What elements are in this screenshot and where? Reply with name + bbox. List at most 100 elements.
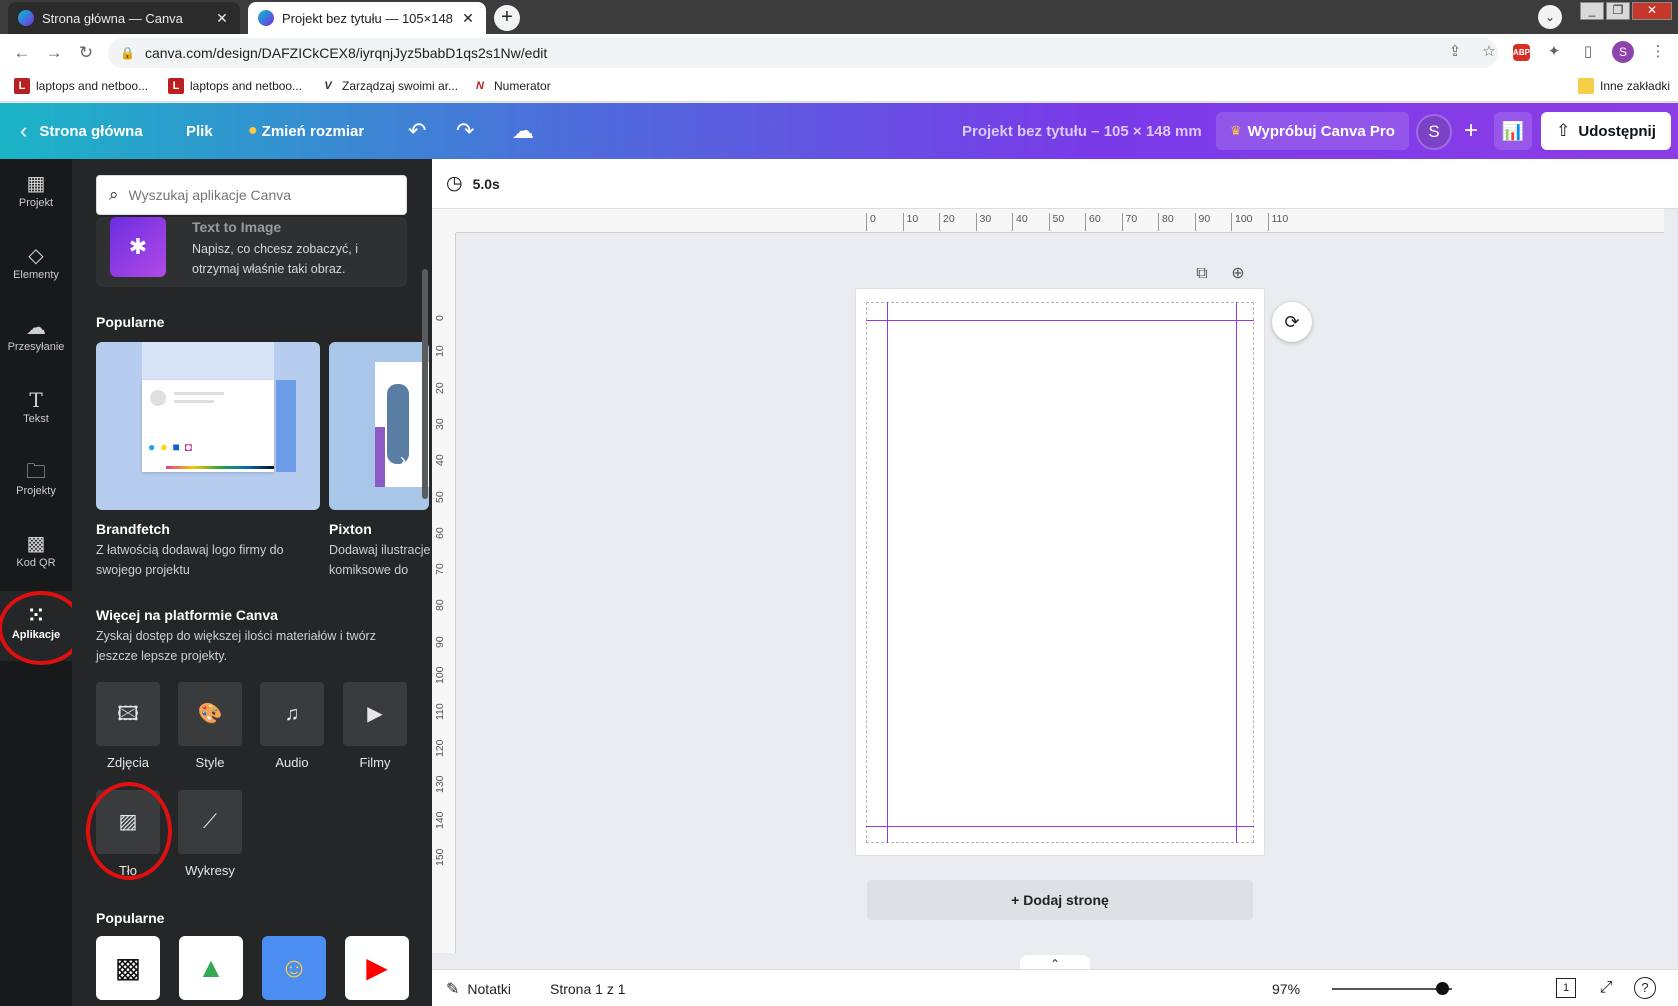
- ruler-corner: [432, 209, 456, 233]
- app-search-input[interactable]: [128, 187, 379, 203]
- canvas-toolbar: ◷ 5.0s: [432, 159, 1678, 209]
- ruler-tick-label: 10: [902, 213, 918, 231]
- rail-item-projekty[interactable]: 🗀 Projekty: [0, 447, 72, 517]
- adblock-icon[interactable]: ABP: [1513, 43, 1530, 61]
- chart-line-icon: ⟋: [203, 811, 217, 833]
- share-label: Udostępnij: [1578, 122, 1656, 140]
- chevron-right-icon[interactable]: ›: [390, 951, 416, 977]
- resize-button[interactable]: ● Zmień rozmiar: [248, 103, 364, 159]
- app-tile-audio[interactable]: ♫: [260, 682, 324, 746]
- bookmark-item[interactable]: L laptops and netboo...: [168, 78, 302, 94]
- other-bookmarks[interactable]: Inne zakładki: [1578, 78, 1670, 94]
- forward-arrow-icon[interactable]: →: [42, 41, 66, 65]
- placeholder-line: [174, 392, 224, 395]
- bookmark-item[interactable]: N Numerator: [472, 78, 551, 94]
- share-button[interactable]: ⇧ Udostępnij: [1541, 112, 1671, 150]
- rail-label: Przesyłanie: [7, 341, 65, 353]
- fullscreen-icon[interactable]: ⤢: [1594, 976, 1618, 1000]
- twitter-icon: ●: [148, 440, 156, 454]
- emoji-app-icon[interactable]: ☺: [262, 936, 326, 1000]
- browser-tab-home[interactable]: Strona główna — Canva ✕: [8, 2, 240, 34]
- zoom-level[interactable]: 97%: [1272, 970, 1300, 1006]
- bookmark-star-icon[interactable]: ☆: [1479, 41, 1499, 63]
- user-avatar[interactable]: S: [1416, 114, 1452, 150]
- shapes-icon: ◇: [28, 245, 44, 267]
- maximize-icon[interactable]: ❐: [1606, 2, 1630, 20]
- side-panel-icon[interactable]: ▯: [1578, 41, 1598, 63]
- bookmark-item[interactable]: L laptops and netboo...: [14, 78, 148, 94]
- share-page-icon[interactable]: ⇪: [1445, 41, 1465, 63]
- home-button[interactable]: ‹ Strona główna: [20, 103, 143, 159]
- placeholder-line: [174, 400, 214, 403]
- app-label: Wykresy: [185, 863, 235, 878]
- url-field[interactable]: 🔒 canva.com/design/DAFZICkCEX8/iyrqnjJyz…: [108, 38, 1498, 68]
- window-close-icon[interactable]: ✕: [1632, 2, 1672, 20]
- browser-tab-project[interactable]: Projekt bez tytułu — 105×148 m ✕: [248, 2, 486, 34]
- google-drive-app-icon[interactable]: ▲: [179, 936, 243, 1000]
- undo-icon: ↶: [408, 118, 427, 143]
- rail-label: Projekty: [16, 485, 56, 497]
- cloud-sync-button[interactable]: ☁: [512, 103, 534, 159]
- add-page-button[interactable]: + Dodaj stronę: [867, 880, 1253, 920]
- app-tile-filmy[interactable]: ▶: [343, 682, 407, 746]
- ruler-tick-label: 120: [434, 739, 446, 757]
- bookmark-item[interactable]: V Zarządzaj swoimi ar...: [320, 78, 458, 94]
- reload-icon[interactable]: ↻: [74, 41, 98, 65]
- ruler-tick-label: 90: [434, 636, 446, 648]
- redo-button[interactable]: ↷: [456, 103, 474, 159]
- pixton-card[interactable]: [329, 342, 429, 510]
- rail-item-projekt[interactable]: ▦ Projekt: [0, 159, 72, 229]
- file-menu-button[interactable]: Plik: [186, 103, 213, 159]
- card-desc: Dodawaj ilustracje komiksowe do: [329, 543, 431, 577]
- project-title[interactable]: Projekt bez tytułu – 105 × 148 mm: [962, 103, 1202, 159]
- ruler-tick-label: 140: [434, 811, 446, 830]
- text-to-image-card[interactable]: ✱ Text to Image Napisz, co chcesz zobacz…: [96, 217, 407, 287]
- qr-code-app-icon[interactable]: ▩: [96, 936, 160, 1000]
- browser-profile-avatar[interactable]: S: [1612, 41, 1634, 63]
- brandfetch-card[interactable]: ● ● ■ ◘: [96, 342, 320, 510]
- duplicate-page-icon[interactable]: ⧉: [1190, 262, 1214, 286]
- zoom-slider-track[interactable]: [1332, 988, 1452, 990]
- back-arrow-icon[interactable]: ←: [10, 41, 34, 65]
- help-icon[interactable]: ?: [1634, 977, 1656, 999]
- ruler-tick-label: 50: [434, 490, 446, 503]
- page-indicator[interactable]: Strona 1 z 1: [550, 970, 626, 1006]
- try-pro-button[interactable]: ♛ Wypróbuj Canva Pro: [1216, 112, 1409, 150]
- new-tab-button[interactable]: +: [494, 5, 520, 31]
- ruler-tick-label: 40: [1012, 213, 1028, 231]
- app-tile-zdjecia[interactable]: 🖾: [96, 682, 160, 746]
- rail-item-elementy[interactable]: ◇ Elementy: [0, 231, 72, 301]
- add-comment-icon[interactable]: ⟳: [1272, 302, 1312, 342]
- zoom-slider-handle[interactable]: [1436, 982, 1450, 995]
- minimize-icon[interactable]: _: [1580, 2, 1604, 20]
- close-tab-icon[interactable]: ✕: [214, 10, 230, 27]
- ruler-tick-label: 0: [866, 213, 876, 231]
- clock-icon[interactable]: ◷: [446, 172, 463, 195]
- close-tab-icon[interactable]: ✕: [460, 10, 476, 27]
- rail-label: Tekst: [23, 413, 49, 425]
- extensions-puzzle-icon[interactable]: ✦: [1544, 41, 1564, 63]
- rail-item-przesylanie[interactable]: ☁ Przesyłanie: [0, 303, 72, 373]
- panel-scrollbar[interactable]: [422, 269, 428, 499]
- app-tile-wykresy[interactable]: ⟋: [178, 790, 242, 854]
- insights-chart-icon[interactable]: 📊: [1494, 112, 1532, 150]
- browser-menu-icon[interactable]: ⋮: [1648, 41, 1668, 63]
- undo-button[interactable]: ↶: [408, 103, 426, 159]
- app-tile-style[interactable]: 🎨: [178, 682, 242, 746]
- add-page-icon[interactable]: ⊕: [1226, 262, 1250, 286]
- notes-button[interactable]: ✎ Notatki: [446, 970, 511, 1006]
- page-duration[interactable]: 5.0s: [473, 176, 500, 192]
- page-grid-view-icon[interactable]: 1: [1556, 978, 1576, 998]
- margin-guide-left: [887, 302, 888, 843]
- ruler-tick-label: 10: [434, 345, 446, 358]
- file-label: Plik: [186, 122, 213, 140]
- rail-item-kod-qr[interactable]: ▩ Kod QR: [0, 519, 72, 589]
- rail-item-tekst[interactable]: T Tekst: [0, 375, 72, 445]
- chevron-right-icon[interactable]: ›: [390, 447, 416, 473]
- home-label: Strona główna: [39, 122, 143, 140]
- app-search-box[interactable]: ⌕: [96, 175, 407, 215]
- popular-heading-2: Popularne: [96, 910, 165, 926]
- add-collaborator-icon[interactable]: +: [1454, 114, 1488, 148]
- tab-search-chevron-icon[interactable]: ⌄: [1538, 5, 1562, 29]
- bookmark-label: Numerator: [494, 79, 551, 93]
